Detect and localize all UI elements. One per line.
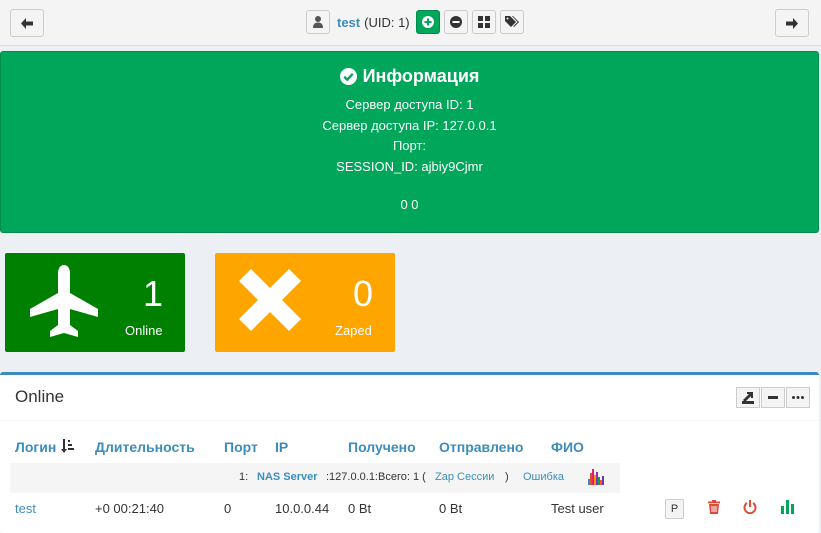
row-port: 0 — [224, 501, 232, 516]
online-box: Online Логин Длительность Порт IP Получе… — [0, 372, 819, 533]
tags-icon — [504, 16, 519, 27]
minus-circle-icon — [449, 16, 462, 28]
zap-sessions-link[interactable]: Zap Сессии — [435, 471, 494, 483]
user-icon — [313, 16, 323, 28]
col-ip[interactable]: IP — [275, 439, 288, 455]
plane-icon — [30, 265, 98, 337]
multicolor-chart-icon[interactable] — [588, 469, 604, 485]
next-button[interactable] — [775, 9, 809, 37]
zaped-count: 0 — [352, 273, 373, 314]
online-tile[interactable]: 1 Online — [5, 253, 185, 352]
previous-button[interactable] — [10, 9, 44, 37]
grid-button[interactable] — [471, 10, 496, 34]
stats-button[interactable] — [778, 497, 798, 517]
col-login-label: Логин — [15, 439, 57, 455]
grid-icon — [477, 16, 490, 28]
row-sent: 0 Bt — [439, 501, 463, 516]
info-panel: Информация Сервер доступа ID: 1 Сервер д… — [0, 51, 819, 233]
minus-icon — [768, 396, 778, 399]
nas-server-link[interactable]: NAS Server — [257, 471, 318, 483]
times-icon — [239, 269, 301, 331]
info-title: Информация — [362, 66, 480, 86]
col-duration[interactable]: Длительность — [95, 439, 195, 455]
box-tools — [736, 387, 810, 408]
row-duration: +0 00:21:40 — [95, 501, 165, 516]
port-line: Порт: — [392, 138, 427, 153]
info-counts: 0 0 — [400, 197, 419, 212]
col-fio[interactable]: ФИО — [551, 439, 584, 455]
power-off-icon — [743, 500, 757, 514]
zaped-label: Zaped — [335, 323, 372, 338]
export-icon — [742, 391, 754, 404]
user-link[interactable]: test — [337, 15, 360, 30]
row-ip: 10.0.0.44 — [275, 501, 330, 516]
arrow-left-icon — [21, 17, 33, 29]
uid-label: (UID: 1) — [364, 14, 410, 30]
ellipsis-icon — [792, 396, 804, 399]
info-heading: Информация — [1, 66, 818, 87]
user-group: test (UID: 1) — [306, 9, 524, 35]
check-circle-icon — [339, 68, 357, 85]
access-server-ip: Сервер доступа IP: 127.0.0.1 — [322, 117, 497, 133]
remove-button[interactable] — [443, 10, 468, 34]
row-login[interactable]: test — [15, 501, 36, 516]
session-id: SESSION_ID: ajbiy9Cjmr — [336, 158, 483, 174]
delete-button[interactable] — [704, 497, 724, 517]
online-box-title: Online — [15, 387, 65, 406]
nas-info: :127.0.0.1:Всего: 1 ( — [326, 471, 426, 483]
row-received: 0 Bt — [348, 501, 372, 516]
access-server-id: Сервер доступа ID: 1 — [345, 97, 474, 112]
user-button[interactable] — [306, 10, 330, 34]
add-button[interactable] — [415, 10, 440, 34]
collapse-button[interactable] — [761, 387, 785, 408]
col-port[interactable]: Порт — [224, 439, 258, 455]
top-bar: test (UID: 1) — [0, 0, 821, 46]
sort-icon — [61, 439, 75, 453]
group-close-paren: ) — [505, 471, 509, 483]
group-index: 1: — [239, 471, 249, 483]
arrow-right-icon — [786, 17, 798, 29]
export-button[interactable] — [736, 387, 760, 408]
col-received[interactable]: Получено — [348, 439, 416, 455]
row-fio: Test user — [551, 501, 604, 516]
error-link[interactable]: Ошибка — [523, 471, 564, 483]
col-sent[interactable]: Отправлено — [439, 439, 523, 455]
more-button[interactable] — [786, 387, 810, 408]
hangup-button[interactable] — [740, 497, 760, 517]
online-label: Online — [125, 323, 163, 338]
tags-button[interactable] — [499, 10, 524, 34]
bar-chart-icon — [781, 500, 794, 514]
p-button[interactable]: P — [665, 499, 684, 519]
online-count: 1 — [142, 273, 163, 314]
trash-icon — [708, 500, 720, 514]
plus-circle-icon — [421, 16, 434, 28]
col-login[interactable]: Логин — [15, 439, 75, 455]
box-header-divider — [0, 420, 819, 421]
nas-group-row: 1: NAS Server :127.0.0.1:Всего: 1 ( Zap … — [10, 463, 620, 493]
zaped-tile[interactable]: 0 Zaped — [215, 253, 395, 352]
